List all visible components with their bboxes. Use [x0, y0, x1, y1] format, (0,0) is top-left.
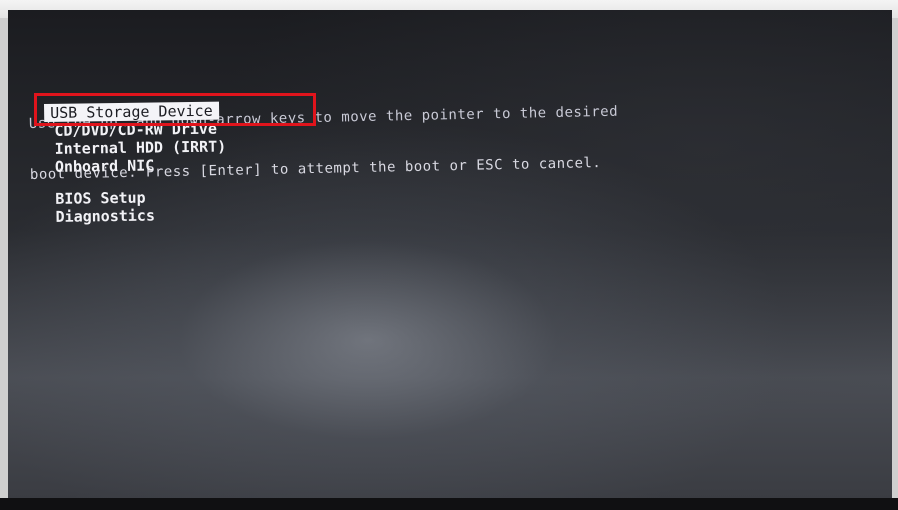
monitor-bezel [0, 498, 898, 510]
menu-item-diagnostics[interactable]: Diagnostics [49, 205, 231, 226]
boot-item-internal-hdd[interactable]: Internal HDD (IRRT) [49, 137, 231, 158]
bios-screen: Use the up and down-arrow keys to move t… [8, 10, 892, 500]
photo-frame: Use the up and down-arrow keys to move t… [0, 0, 898, 510]
highlight-annotation-box [34, 93, 316, 126]
